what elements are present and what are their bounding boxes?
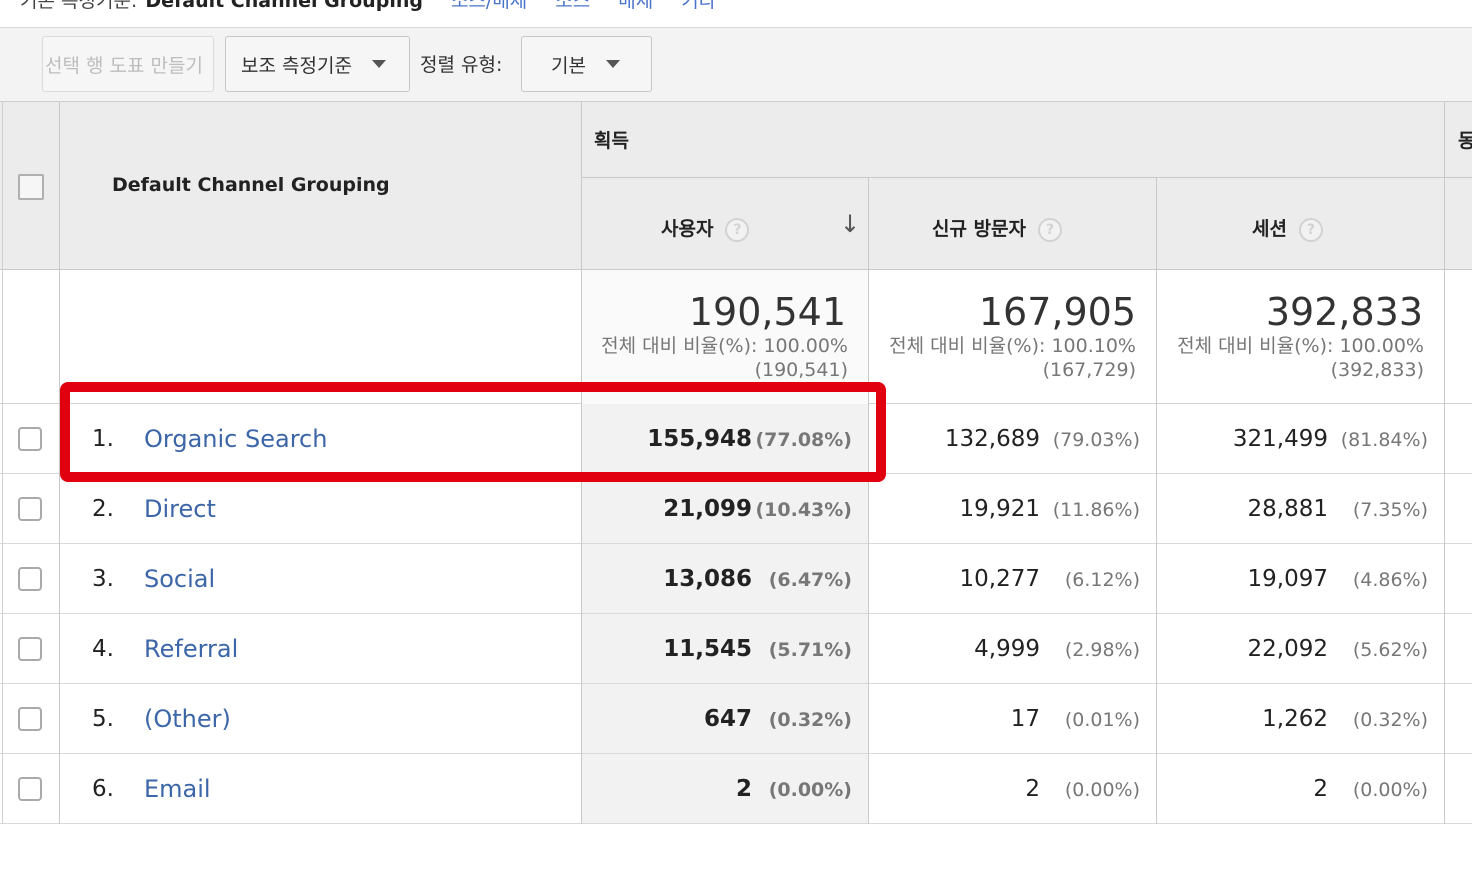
total-users-abs: (190,541) (754, 359, 848, 381)
chevron-down-icon (605, 60, 620, 68)
new-users-pct: (79.03%) (1052, 429, 1140, 451)
users-pct: (5.71%) (768, 639, 852, 661)
users-pct: (6.47%) (768, 569, 852, 591)
users-value: 2 (735, 776, 752, 802)
row-checkbox[interactable] (18, 707, 42, 731)
row-checkbox[interactable] (18, 777, 42, 801)
acquisition-group-header: 획득 (594, 130, 629, 152)
row-checkbox[interactable] (18, 497, 42, 521)
total-sessions-abs: (392,833) (1330, 359, 1424, 381)
dimension-link-source-medium[interactable]: 소스/매체 (451, 0, 527, 12)
table-row: 2. Direct 21,099 (10.43%) 19,921 (11.86%… (0, 474, 1472, 544)
secondary-dimension-dropdown[interactable]: 보조 측정기준 (225, 36, 410, 92)
dimension-link-source[interactable]: 소스 (555, 0, 590, 12)
new-users-column-header[interactable]: 신규 방문자? (932, 214, 1063, 242)
sessions-value: 19,097 (1247, 566, 1328, 592)
plot-rows-button[interactable]: 선택 행 도표 만들기 (42, 36, 214, 92)
new-users-value: 19,921 (959, 496, 1040, 522)
table-row: 5. (Other) 647 (0.32%) 17 (0.01%) 1,262 … (0, 684, 1472, 754)
table-row: 3. Social 13,086 (6.47%) 10,277 (6.12%) … (0, 544, 1472, 614)
sessions-pct: (81.84%) (1340, 429, 1428, 451)
total-new-users-abs: (167,729) (1042, 359, 1136, 381)
total-sessions-pct: 전체 대비 비율(%): 100.00% (1177, 335, 1424, 357)
sort-type-dropdown[interactable]: 기본 (521, 36, 652, 92)
table-header: Default Channel Grouping 획득 동 사용자? ↓ 신규 … (0, 102, 1472, 270)
row-checkbox[interactable] (18, 427, 42, 451)
users-value: 13,086 (663, 566, 752, 592)
new-users-pct: (0.01%) (1064, 709, 1140, 731)
row-number: 4. (92, 636, 114, 662)
new-users-column-label: 신규 방문자 (932, 218, 1027, 240)
channel-link[interactable]: Email (144, 775, 211, 803)
row-number: 5. (92, 706, 114, 732)
primary-dimension-value: Default Channel Grouping (145, 0, 423, 12)
sort-type-label: 정렬 유형: (420, 54, 503, 76)
secondary-dimension-label: 보조 측정기준 (241, 54, 352, 77)
sessions-value: 1,262 (1262, 706, 1328, 732)
highlight-annotation (60, 382, 886, 482)
dimension-link-medium[interactable]: 매체 (618, 0, 653, 12)
select-all-checkbox[interactable] (18, 174, 44, 200)
users-column-label: 사용자 (661, 218, 714, 240)
new-users-value: 132,689 (944, 426, 1040, 452)
sessions-column-header[interactable]: 세션? (1252, 214, 1323, 242)
channel-link[interactable]: Direct (144, 495, 216, 523)
users-value: 11,545 (663, 636, 752, 662)
help-icon[interactable]: ? (1298, 217, 1323, 242)
sessions-pct: (7.35%) (1352, 499, 1428, 521)
total-users-pct: 전체 대비 비율(%): 100.00% (601, 335, 848, 357)
row-checkbox[interactable] (18, 637, 42, 661)
users-pct: (0.00%) (768, 779, 852, 801)
row-number: 6. (92, 776, 114, 802)
total-sessions: 392,833 (1265, 290, 1423, 334)
dimension-column-header[interactable]: Default Channel Grouping (112, 174, 390, 196)
table-row: 4. Referral 11,545 (5.71%) 4,999 (2.98%)… (0, 614, 1472, 684)
new-users-value: 17 (1010, 706, 1040, 732)
row-number: 2. (92, 496, 114, 522)
channel-link[interactable]: Social (144, 565, 215, 593)
sessions-pct: (0.32%) (1352, 709, 1428, 731)
row-checkbox[interactable] (18, 567, 42, 591)
sessions-value: 28,881 (1247, 496, 1328, 522)
users-pct: (0.32%) (768, 709, 852, 731)
table-row: 6. Email 2 (0.00%) 2 (0.00%) 2 (0.00%) (0, 754, 1472, 824)
row-number: 3. (92, 566, 114, 592)
new-users-value: 2 (1025, 776, 1040, 802)
new-users-value: 4,999 (974, 636, 1040, 662)
new-users-value: 10,277 (959, 566, 1040, 592)
users-value: 21,099 (663, 496, 752, 522)
users-value: 647 (703, 706, 752, 732)
breadcrumb: 기본 측정기준: Default Channel Grouping 소스/매체 소스 매… (0, 0, 1472, 28)
total-users: 190,541 (688, 290, 846, 334)
new-users-pct: (11.86%) (1052, 499, 1140, 521)
new-users-pct: (6.12%) (1064, 569, 1140, 591)
users-column-header[interactable]: 사용자? (661, 214, 750, 242)
primary-dimension-row: 기본 측정기준: Default Channel Grouping 소스/매체 소스 매… (20, 0, 716, 13)
sessions-pct: (5.62%) (1352, 639, 1428, 661)
dimension-link-other[interactable]: 기타 (681, 0, 716, 12)
sessions-column-label: 세션 (1252, 218, 1287, 240)
new-users-pct: (0.00%) (1064, 779, 1140, 801)
help-icon[interactable]: ? (725, 217, 750, 242)
table-toolbar: 선택 행 도표 만들기 보조 측정기준 정렬 유형: 기본 (0, 28, 1472, 102)
chevron-down-icon (371, 60, 386, 68)
sessions-value: 22,092 (1247, 636, 1328, 662)
sort-type-value: 기본 (551, 54, 586, 77)
users-pct: (10.43%) (755, 499, 852, 521)
sessions-pct: (4.86%) (1352, 569, 1428, 591)
new-users-pct: (2.98%) (1064, 639, 1140, 661)
behavior-group-header: 동 (1458, 130, 1472, 152)
channel-link[interactable]: (Other) (144, 705, 231, 733)
primary-dimension-label: 기본 측정기준: (20, 0, 138, 12)
total-new-users-pct: 전체 대비 비율(%): 100.10% (889, 335, 1136, 357)
sessions-value: 2 (1313, 776, 1328, 802)
sessions-value: 321,499 (1232, 426, 1328, 452)
help-icon[interactable]: ? (1038, 217, 1063, 242)
total-new-users: 167,905 (978, 290, 1136, 334)
channel-link[interactable]: Referral (144, 635, 238, 663)
sessions-pct: (0.00%) (1352, 779, 1428, 801)
sort-descending-icon[interactable]: ↓ (840, 210, 860, 238)
